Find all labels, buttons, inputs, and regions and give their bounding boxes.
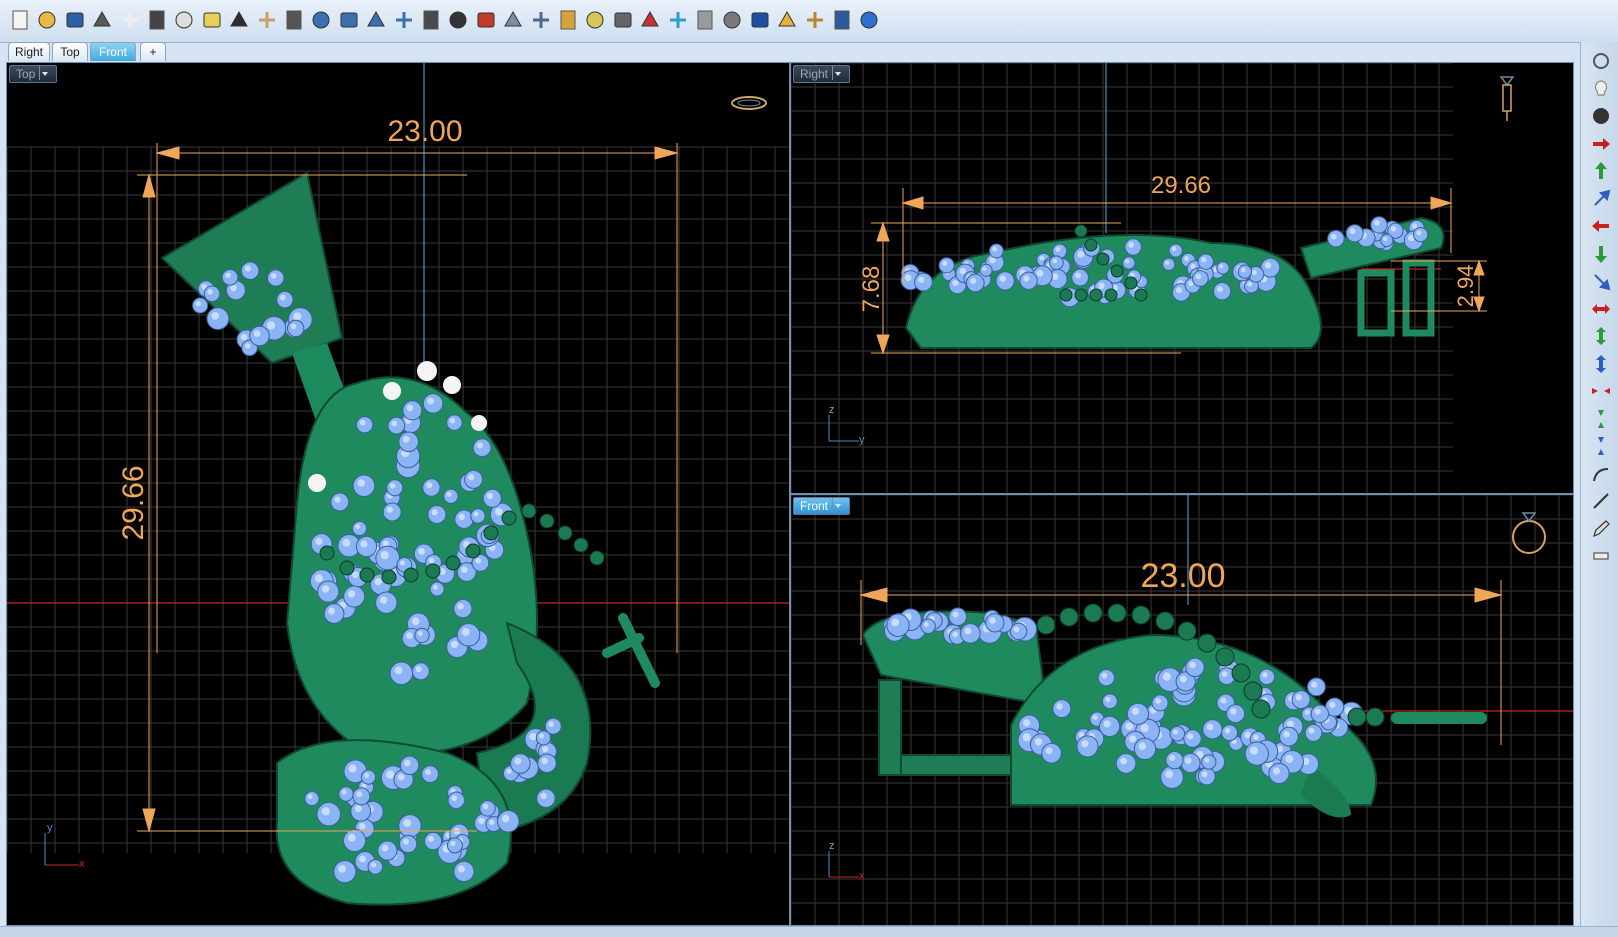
paste-icon[interactable] [200,8,224,32]
scale-horizontal-icon[interactable] [1590,298,1612,320]
right-viewport-canvas[interactable]: 29.66 7.68 2.94 z y [791,63,1573,493]
side-toolbar [1580,42,1618,936]
undo-icon[interactable] [227,8,251,32]
dimension-height-label: 29.66 [117,465,150,540]
move-down-right-icon[interactable] [1590,270,1612,292]
shaded-sphere-icon[interactable] [693,8,717,32]
scale-vertical-icon[interactable] [1590,325,1612,347]
render-icon[interactable] [775,8,799,32]
bend-icon[interactable] [1590,463,1612,485]
color-wheel-icon[interactable] [666,8,690,32]
dimension-height-label: 7.68 [858,266,885,313]
axis-indicator: z x [828,840,865,882]
tab-front[interactable]: Front [90,42,136,61]
move-up-icon[interactable] [1590,160,1612,182]
rendered-sphere-icon[interactable] [720,8,744,32]
measure-icon[interactable] [1590,545,1612,567]
top-viewport[interactable]: 23.00 29.66 y x Top [6,62,790,926]
svg-text:z: z [829,404,835,416]
top-viewport-canvas[interactable]: 23.00 29.66 y x [7,63,789,925]
chevron-down-icon[interactable] [39,66,50,80]
axis-indicator: z y [828,404,865,446]
dimension-icon[interactable] [830,8,854,32]
chevron-down-icon[interactable] [832,498,843,512]
zoom-icon[interactable] [309,8,333,32]
viewport-label-right[interactable]: Right [793,65,851,83]
shrink-horizontal-icon[interactable] [1590,380,1612,402]
rotate-view-icon[interactable] [1590,50,1612,72]
import-icon[interactable] [118,8,142,32]
svg-text:y: y [859,434,865,446]
options-gear-icon[interactable] [803,8,827,32]
line-icon[interactable] [1590,490,1612,512]
front-viewport[interactable]: 23.00 z x Front [790,494,1574,926]
svg-text:y: y [47,822,53,834]
svg-text:z: z [829,840,835,852]
new-file-icon[interactable] [8,8,32,32]
add-tab-button[interactable]: + [140,42,166,61]
scale-vertical-blue-icon[interactable] [1590,353,1612,375]
pan-hand-icon[interactable] [255,8,279,32]
dimension-width-label: 29.66 [1151,172,1211,199]
zoom-selected-icon[interactable] [392,8,416,32]
ring-icon [731,96,767,110]
main-toolbar [0,0,1618,43]
help-icon[interactable] [857,8,881,32]
car-icon[interactable] [474,8,498,32]
shrink-vertical-blue-icon[interactable] [1590,435,1612,457]
viewport-label-front[interactable]: Front [793,497,851,515]
light-bulb-icon[interactable] [583,8,607,32]
dimension-depth-label: 2.94 [1453,265,1478,308]
lock-icon[interactable] [611,8,635,32]
viewport-label-top[interactable]: Top [9,65,58,83]
tab-right[interactable]: Right [8,42,50,61]
front-viewport-canvas[interactable]: 23.00 z x [791,495,1573,925]
svg-text:x: x [859,870,865,882]
shaded-sphere-icon[interactable] [1590,105,1612,127]
zoom-extents-icon[interactable] [364,8,388,32]
move-left-icon[interactable] [1590,215,1612,237]
move-icon[interactable] [282,8,306,32]
four-viewports-icon[interactable] [446,8,470,32]
print-icon[interactable] [90,8,114,32]
ring-icon [1499,76,1515,121]
history-icon[interactable] [529,8,553,32]
right-viewport[interactable]: 29.66 7.68 2.94 z y Right [790,62,1574,494]
cut-icon[interactable] [145,8,169,32]
chevron-down-icon[interactable] [832,66,843,80]
svg-text:x: x [79,858,85,870]
pencil-icon[interactable] [1590,518,1612,540]
move-right-icon[interactable] [1590,133,1612,155]
tab-top[interactable]: Top [52,42,88,61]
rotate-view-icon[interactable] [419,8,443,32]
zoom-window-icon[interactable] [337,8,361,32]
praying-hands-side-model[interactable] [900,216,1445,349]
move-down-icon[interactable] [1590,243,1612,265]
copy-icon[interactable] [172,8,196,32]
dimension-width-label: 23.00 [1140,557,1225,595]
shrink-vertical-icon[interactable] [1590,408,1612,430]
materials-icon[interactable] [638,8,662,32]
move-up-right-icon[interactable] [1590,188,1612,210]
save-icon[interactable] [63,8,87,32]
open-folder-icon[interactable] [35,8,59,32]
dimension-width-label: 23.00 [387,115,462,148]
viewport-tabs: Right Top Front + [0,42,1580,62]
light-bulb-icon[interactable] [1590,78,1612,100]
layers-icon[interactable] [501,8,525,32]
snap-icon[interactable] [556,8,580,32]
status-bar [0,926,1618,937]
environment-sphere-icon[interactable] [748,8,772,32]
